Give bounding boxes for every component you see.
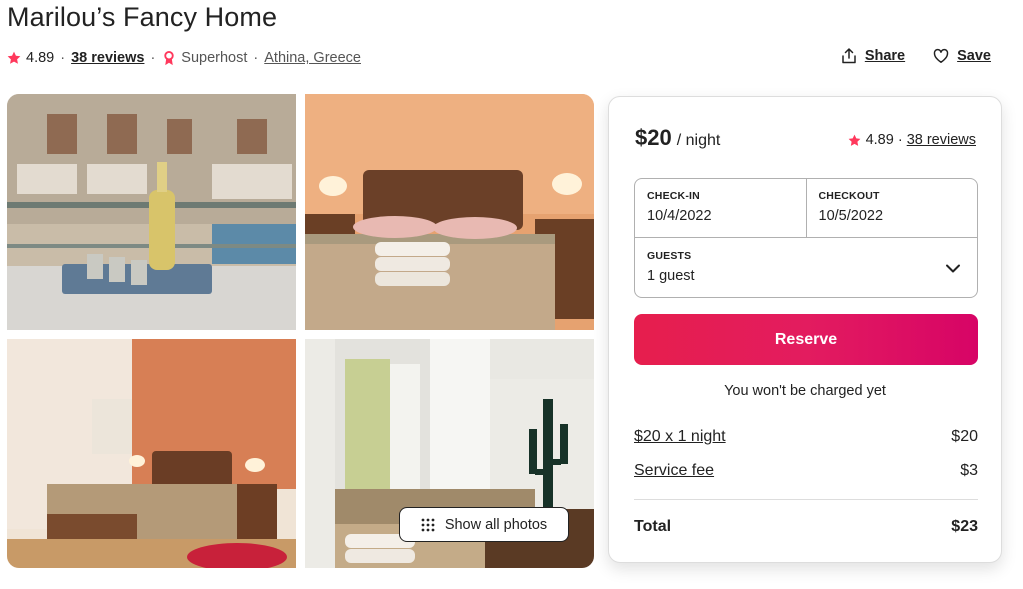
separator-dot: ·	[150, 50, 156, 66]
nightly-breakdown-value: $20	[951, 428, 978, 445]
photo-balcony[interactable]	[7, 94, 296, 330]
chevron-down-icon	[946, 264, 960, 273]
nightly-breakdown-link[interactable]: $20 x 1 night	[634, 428, 726, 446]
checkout-value: 10/5/2022	[818, 208, 884, 224]
card-reviews-link[interactable]: 38 reviews	[907, 132, 976, 148]
card-rating: 4.89 · 38 reviews	[848, 132, 976, 148]
superhost-icon	[164, 50, 174, 65]
show-all-photos-button[interactable]: Show all photos	[399, 507, 569, 542]
grid-dots-icon	[421, 518, 435, 531]
guests-field[interactable]: GUESTS 1 guest	[635, 238, 977, 298]
price-unit: / night	[676, 132, 721, 149]
price-total: Total $23	[634, 518, 978, 536]
card-rating-value: 4.89	[865, 132, 894, 148]
show-all-photos-label: Show all photos	[444, 516, 548, 533]
star-icon	[7, 51, 21, 64]
location-link[interactable]: Athina, Greece	[264, 50, 361, 66]
price-breakdown-nightly: $20 x 1 night $20	[634, 428, 978, 446]
save-label: Save	[957, 48, 991, 64]
separator-dot: ·	[60, 50, 66, 66]
share-icon	[842, 48, 856, 64]
reviews-link[interactable]: 38 reviews	[71, 50, 144, 66]
listing-meta: 4.89 · 38 reviews · Superhost · Athina, …	[7, 49, 361, 67]
checkout-label: CHECKOUT	[818, 190, 880, 202]
star-icon	[848, 134, 860, 146]
save-button[interactable]: Save	[933, 48, 991, 64]
total-value: $23	[951, 518, 978, 535]
heart-icon	[933, 48, 949, 63]
listing-title: Marilou’s Fancy Home	[7, 2, 278, 32]
reserve-button[interactable]: Reserve	[634, 314, 978, 365]
superhost-label: Superhost	[181, 50, 248, 66]
divider	[634, 499, 978, 500]
photo-gallery: Show all photos	[7, 94, 594, 568]
guests-label: GUESTS	[647, 250, 692, 262]
service-fee-link[interactable]: Service fee	[634, 462, 714, 480]
share-button[interactable]: Share	[841, 48, 905, 64]
total-label: Total	[634, 518, 672, 535]
separator-dot: ·	[253, 50, 259, 66]
separator-dot: ·	[893, 132, 903, 148]
checkin-field[interactable]: CHECK-IN 10/4/2022	[635, 179, 806, 237]
listing-actions: Share Save	[841, 48, 991, 64]
booking-card: $20 / night 4.89 · 38 reviews CHECK-IN 1…	[608, 96, 1002, 563]
checkin-value: 10/4/2022	[647, 208, 712, 224]
share-label: Share	[864, 48, 906, 64]
service-fee-value: $3	[960, 462, 978, 479]
rating-value: 4.89	[26, 50, 55, 66]
date-guest-picker: CHECK-IN 10/4/2022 CHECKOUT 10/5/2022 GU…	[634, 178, 978, 298]
price-amount: $20	[635, 125, 672, 150]
nightly-price: $20 / night	[635, 125, 720, 151]
photo-bedroom-wide[interactable]	[7, 339, 296, 568]
guests-value: 1 guest	[647, 268, 695, 284]
checkout-field[interactable]: CHECKOUT 10/5/2022	[805, 179, 978, 237]
charge-note: You won't be charged yet	[724, 383, 886, 399]
checkin-label: CHECK-IN	[647, 190, 700, 202]
photo-bedroom-towels[interactable]	[305, 94, 594, 330]
price-breakdown-service-fee: Service fee $3	[634, 462, 978, 480]
